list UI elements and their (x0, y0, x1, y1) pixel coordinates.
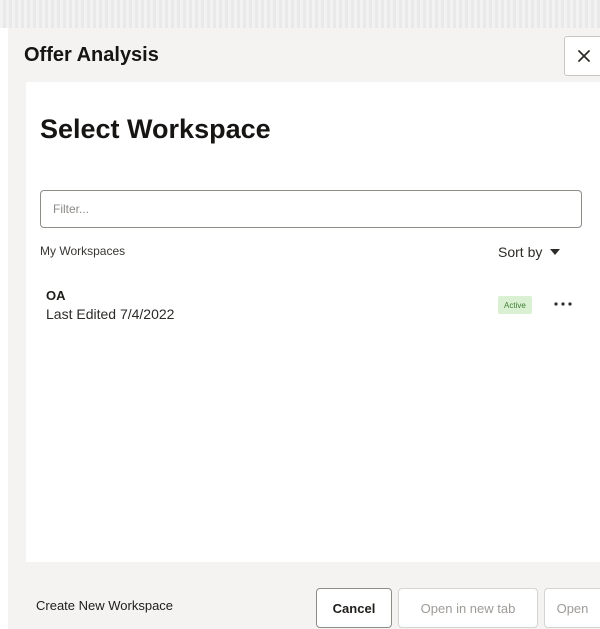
status-badge: Active (498, 296, 532, 314)
workspace-last-edited: Last Edited 7/4/2022 (46, 306, 175, 322)
workspace-row-oa[interactable]: OA Last Edited 7/4/2022 Active (26, 282, 600, 330)
more-options-button[interactable] (550, 292, 576, 316)
top-strip (0, 0, 600, 28)
open-button[interactable]: Open (544, 588, 600, 628)
dialog-title: Offer Analysis (24, 44, 159, 66)
workspace-panel: Select Workspace My Workspaces Sort by O… (26, 82, 600, 562)
caret-down-icon (550, 248, 561, 255)
sort-by-label: Sort by (498, 244, 543, 260)
my-workspaces-label: My Workspaces (40, 244, 126, 258)
more-horizontal-icon (554, 302, 572, 306)
open-in-new-tab-button[interactable]: Open in new tab (398, 588, 538, 628)
page-title: Select Workspace (40, 114, 271, 144)
filter-input[interactable] (40, 190, 582, 228)
sort-by-dropdown[interactable]: Sort by (498, 242, 561, 262)
workspace-name: OA (46, 288, 66, 303)
close-button[interactable] (564, 36, 600, 76)
offer-analysis-dialog: Offer Analysis Select Workspace My Works… (8, 28, 600, 629)
cancel-button[interactable]: Cancel (316, 588, 392, 628)
close-icon (578, 50, 590, 62)
create-new-workspace-link[interactable]: Create New Workspace (36, 598, 173, 613)
